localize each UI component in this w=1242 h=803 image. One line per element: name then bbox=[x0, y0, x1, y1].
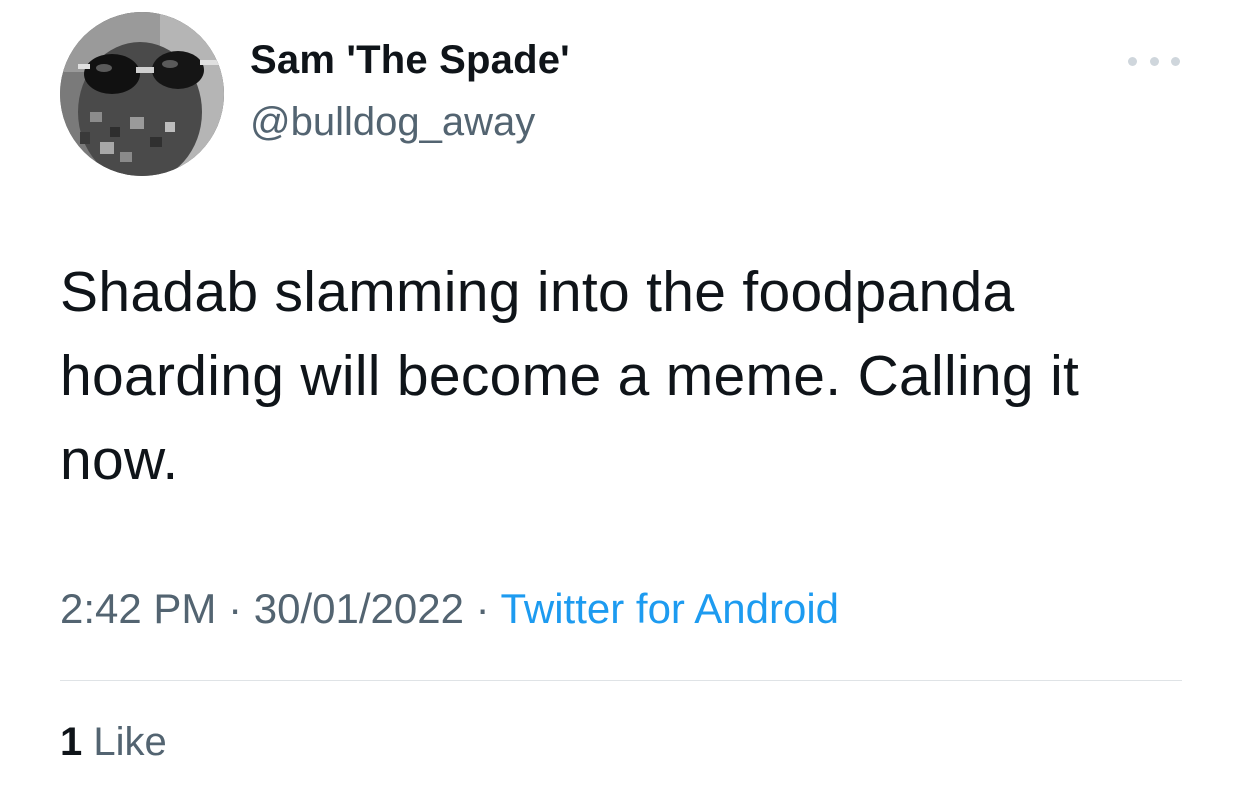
tweet-text: Shadab slamming into the foodpanda hoard… bbox=[60, 260, 1080, 492]
avatar-image bbox=[60, 12, 224, 176]
tweet-time[interactable]: 2:42 PM bbox=[60, 585, 216, 632]
more-dot-icon bbox=[1149, 56, 1159, 66]
more-options-button[interactable] bbox=[1128, 48, 1180, 74]
likes-link[interactable]: 1 Like bbox=[60, 720, 167, 765]
likes-count: 1 bbox=[60, 720, 83, 764]
author-handle[interactable]: @bulldog_away bbox=[250, 100, 535, 145]
author-display-name[interactable]: Sam 'The Spade' bbox=[250, 38, 570, 83]
tweet-metadata: 2:42 PM · 30/01/2022 · Twitter for Andro… bbox=[60, 585, 839, 633]
tweet-card: Sam 'The Spade' @bulldog_away Shadab sla… bbox=[0, 0, 1242, 803]
divider bbox=[60, 680, 1182, 681]
likes-label: Like bbox=[93, 720, 167, 764]
meta-separator: · bbox=[463, 585, 501, 632]
tweet-date[interactable]: 30/01/2022 bbox=[254, 585, 464, 632]
more-dot-icon bbox=[1171, 56, 1180, 66]
tweet-source-link[interactable]: Twitter for Android bbox=[501, 585, 839, 632]
meta-separator: · bbox=[216, 585, 254, 632]
more-dot-icon bbox=[1128, 56, 1137, 66]
author-avatar[interactable] bbox=[60, 12, 224, 176]
